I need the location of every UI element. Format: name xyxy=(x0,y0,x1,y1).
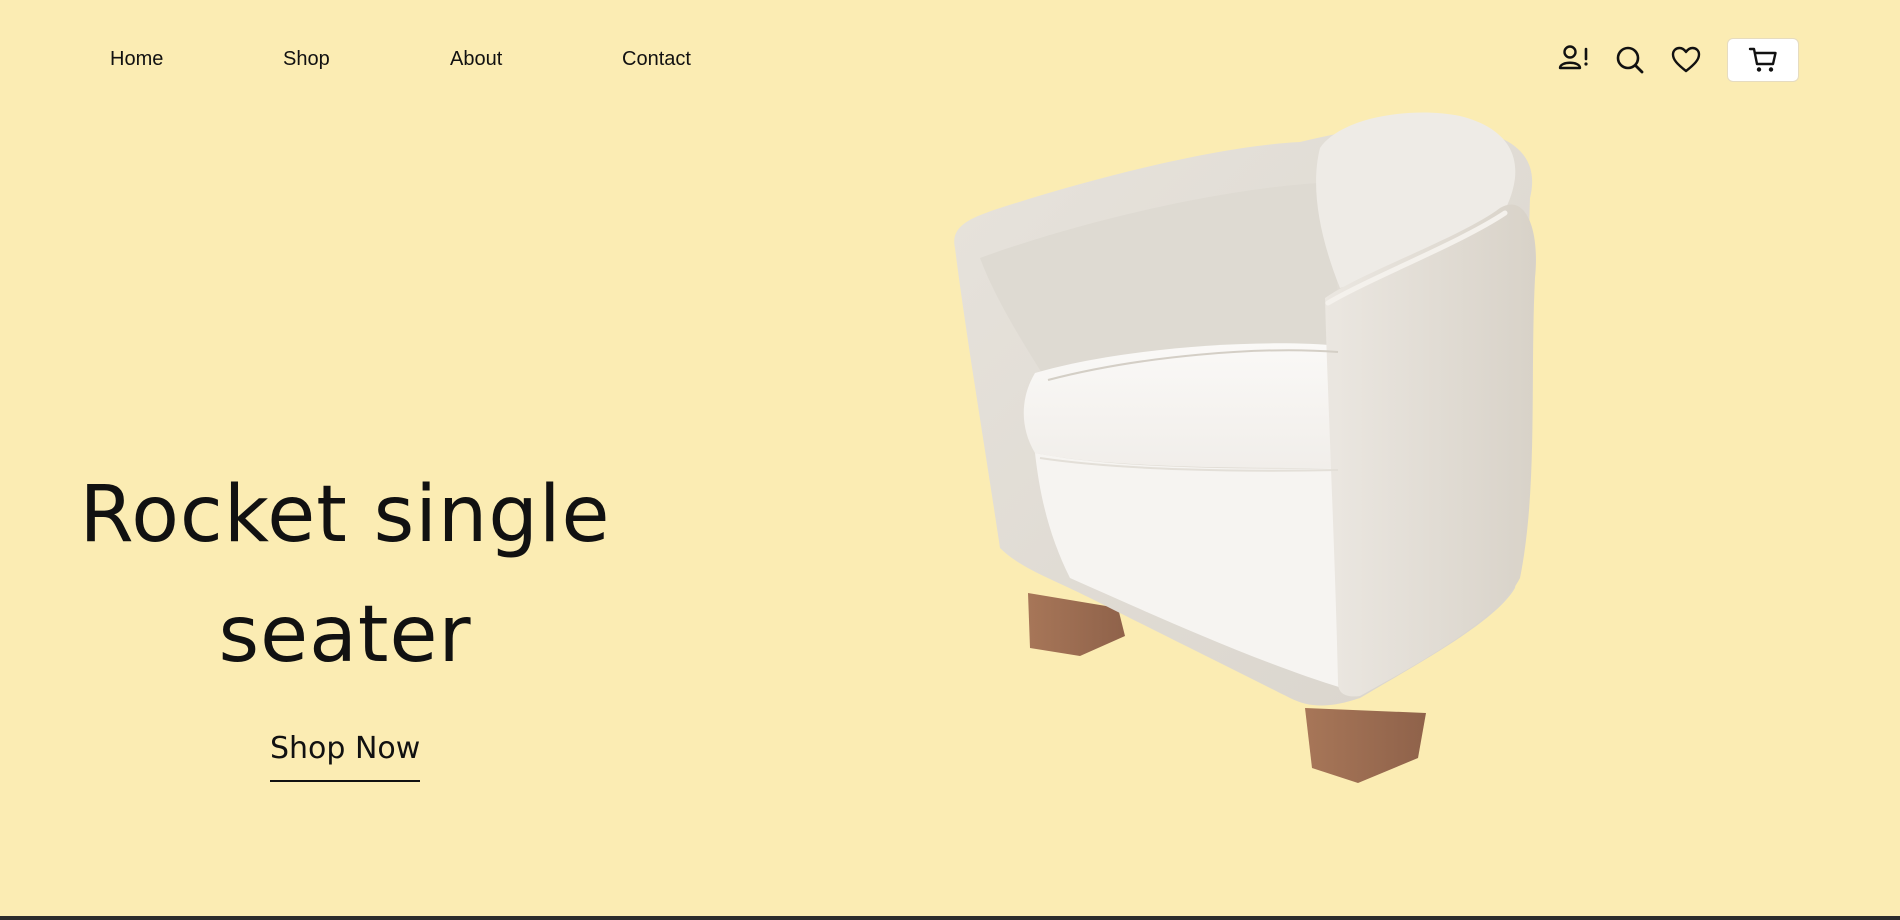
account-icon[interactable] xyxy=(1556,42,1592,74)
nav-link-contact[interactable]: Contact xyxy=(622,48,691,71)
header-actions xyxy=(1556,38,1801,86)
cart-icon xyxy=(1748,47,1777,72)
hero-title: Rocket single seater xyxy=(60,455,630,695)
page-bottom-border xyxy=(0,916,1900,920)
search-icon[interactable] xyxy=(1614,44,1646,76)
page: Home Shop About Contact Rocket single se… xyxy=(0,0,1900,920)
shop-now-button[interactable]: Shop Now xyxy=(270,731,421,782)
hero-title-line2: seater xyxy=(218,590,472,680)
nav-link-shop[interactable]: Shop xyxy=(283,48,330,71)
cart-button[interactable] xyxy=(1727,38,1799,82)
hero-title-line1: Rocket single xyxy=(79,470,611,560)
armchair-image xyxy=(954,112,1536,783)
nav-link-about[interactable]: About xyxy=(450,48,502,71)
heart-icon[interactable] xyxy=(1670,44,1702,76)
nav-link-home[interactable]: Home xyxy=(110,48,163,71)
